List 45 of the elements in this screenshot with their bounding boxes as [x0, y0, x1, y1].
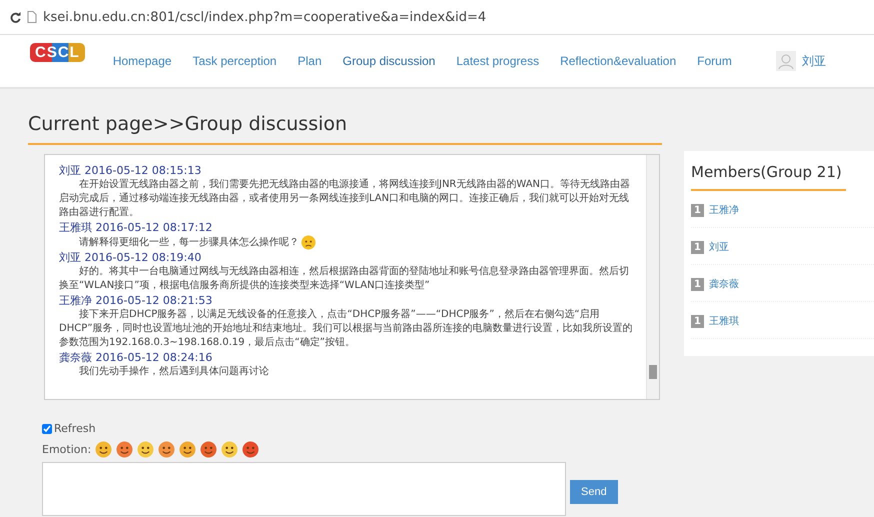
- nav-link[interactable]: Group discussion: [342, 54, 436, 68]
- smiley-icon[interactable]: [158, 441, 176, 458]
- members-title: Members(Group 21): [691, 151, 846, 191]
- member-link[interactable]: 王雅净: [708, 203, 739, 217]
- smiley-icon[interactable]: [95, 441, 112, 458]
- smiley-icon[interactable]: [137, 441, 154, 458]
- message-text: 好的。将其中一台电脑通过网线与无线路由器相连，然后根据路由器背面的登陆地址和账号信息登录路由器管理界面。然后切换至“WLAN接口”项，根据电信服务商所提供的连接类型来选择“WLAN口连接类型”: [59, 266, 629, 292]
- page-title: Current page>>Group discussion: [28, 89, 662, 145]
- rank-badge: 1: [691, 314, 704, 328]
- member-link[interactable]: 刘亚: [708, 240, 729, 254]
- nav-link[interactable]: Forum: [697, 54, 732, 68]
- message-header: 王雅净 2016-05-12 08:21:53: [59, 293, 214, 308]
- message-input[interactable]: [42, 462, 566, 516]
- refresh-checkbox[interactable]: [42, 424, 52, 434]
- message-header: 龚奈薇 2016-05-12 08:24:16: [59, 350, 214, 366]
- message-text: 请解释得更细化一些，每一步骤具体怎么操作呢？: [79, 237, 299, 248]
- reload-icon[interactable]: [10, 12, 21, 22]
- message-header: 刘亚 2016-05-12 08:19:40: [59, 250, 202, 266]
- user-menu[interactable]: 刘亚: [802, 52, 826, 70]
- nav-link[interactable]: Plan: [298, 54, 322, 68]
- emotion-label: Emotion:: [42, 443, 92, 456]
- rank-badge: 1: [691, 204, 704, 216]
- message-text: 接下来开启DHCP服务器，以满足无线设备的任意接入，点击“DHCP服务器”——“DHCP服务”，然后在右侧勾选“启用DHCP”服务，同时也设置地址池的开始地址和结束地址。我们可以根据与当前路由器所连接的电脑数量进行设置，比如我所设置的参数范围为192.168.0.3~198.168.0.19，最后点击“确定”按钮。: [59, 309, 633, 348]
- smiley-icon[interactable]: [116, 441, 134, 458]
- page-icon: [27, 11, 37, 23]
- nav-link[interactable]: Reflection&evaluation: [560, 54, 676, 68]
- smiley-icon[interactable]: [242, 441, 260, 458]
- member-link[interactable]: 王雅琪: [708, 314, 739, 328]
- send-button[interactable]: Send: [570, 480, 618, 504]
- nav-link[interactable]: Task perception: [192, 54, 277, 68]
- nav-link[interactable]: Homepage: [112, 54, 172, 68]
- rank-badge: 1: [691, 240, 704, 254]
- smiley-icon[interactable]: [179, 441, 196, 458]
- refresh-label: Refresh: [54, 422, 96, 435]
- message-text: 在开始设置无线路由器之前，我们需要先把无线路由器的电源接通，将网线连接到JNR无线路由器的WAN口。等待无线路由器启动完成后，通过移动端连接无线路由器，或者使用另一条网线连接到LAN口和电脑的网口。连接正确后，我们就可以开始对无线路由器进行配置。: [59, 179, 630, 218]
- scrollbar[interactable]: [646, 155, 659, 399]
- message-header: 王雅琪 2016-05-12 08:17:12: [59, 220, 214, 235]
- message-text: 我们先动手操作，然后遇到具体问题再讨论: [79, 366, 269, 378]
- nav-link[interactable]: Latest progress: [456, 54, 540, 68]
- smiley-icon[interactable]: [221, 441, 238, 458]
- rank-badge: 1: [691, 278, 704, 290]
- smiley-icon[interactable]: [200, 441, 218, 458]
- user-avatar-icon: [776, 51, 796, 71]
- message-header: 刘亚 2016-05-12 08:15:13: [59, 163, 202, 178]
- member-link[interactable]: 龚奈薇: [708, 277, 739, 291]
